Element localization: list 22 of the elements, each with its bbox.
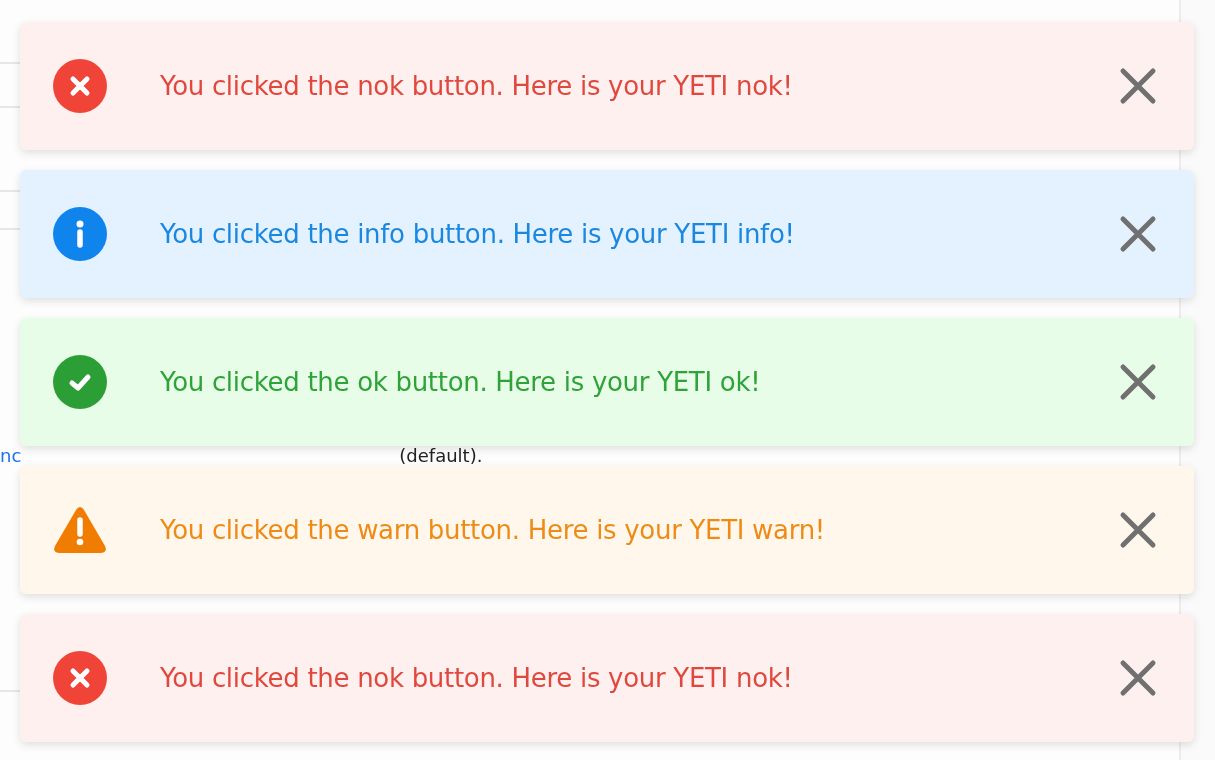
notification-message: You clicked the ok button. Here is your YETI ok!: [160, 367, 762, 397]
close-button[interactable]: [1118, 510, 1158, 550]
notification-message: You clicked the nok button. Here is your YETI nok!: [160, 71, 794, 101]
notification-message: You clicked the warn button. Here is your YETI warn!: [160, 515, 826, 545]
body-text: (default).: [399, 446, 483, 466]
close-icon: [1119, 67, 1157, 105]
notification-message: You clicked the nok button. Here is your YETI nok!: [160, 663, 794, 693]
error-icon: [53, 59, 107, 113]
close-icon: [1119, 215, 1157, 253]
notification-message: You clicked the info button. Here is your YETI info!: [160, 219, 796, 249]
warning-icon: [53, 506, 107, 554]
close-icon: [1119, 659, 1157, 697]
close-button[interactable]: [1118, 362, 1158, 402]
info-icon: [53, 207, 107, 261]
close-button[interactable]: [1118, 214, 1158, 254]
check-icon: [53, 355, 107, 409]
close-icon: [1119, 511, 1157, 549]
close-button[interactable]: [1118, 658, 1158, 698]
link-text[interactable]: nc: [0, 446, 22, 466]
close-icon: [1119, 363, 1157, 401]
error-icon: [53, 651, 107, 705]
close-button[interactable]: [1118, 66, 1158, 106]
